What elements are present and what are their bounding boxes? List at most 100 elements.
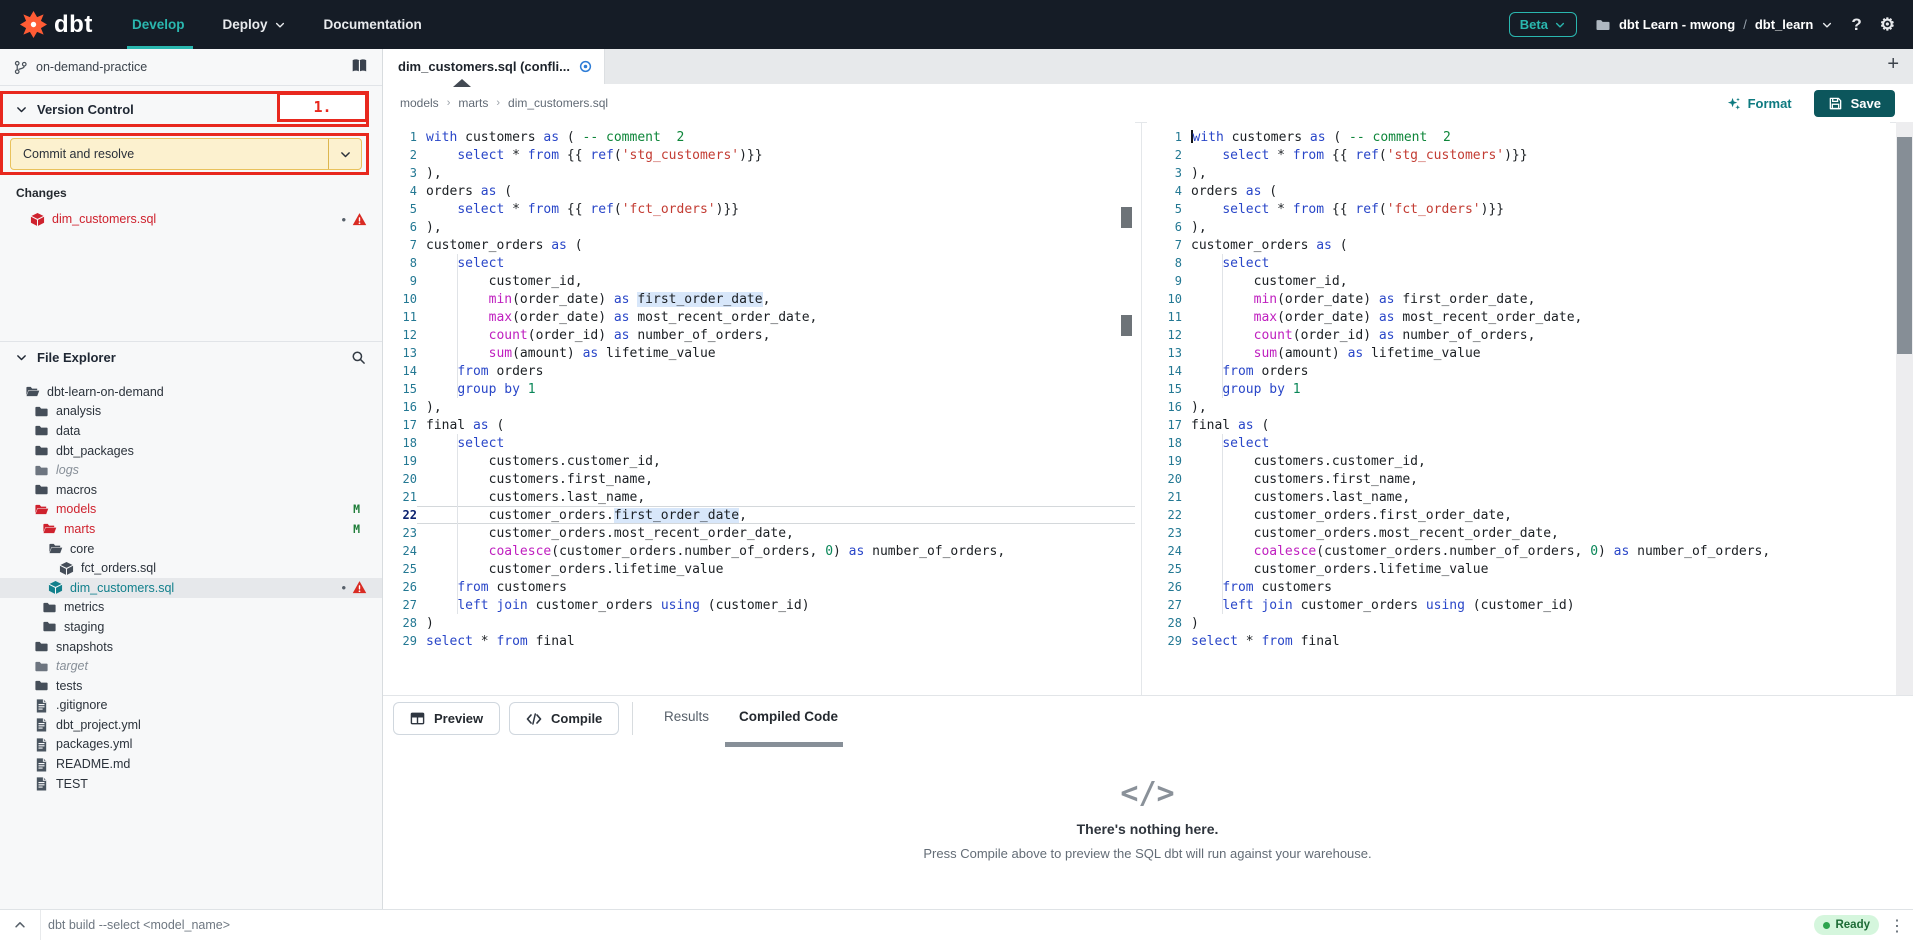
code-line[interactable]: 16), (1147, 398, 1890, 416)
right-scrollbar[interactable] (1896, 122, 1913, 695)
tree-item-target[interactable]: target (0, 656, 382, 676)
code-line[interactable]: 18 select (382, 434, 1135, 452)
beta-button[interactable]: Beta (1509, 12, 1577, 37)
code-line[interactable]: 8 select (1147, 254, 1890, 272)
conflict-warning-icon[interactable] (352, 580, 367, 595)
breadcrumb-item[interactable]: marts (458, 96, 488, 110)
file-explorer-header[interactable]: File Explorer (0, 345, 382, 370)
code-line[interactable]: 12 count(order_id) as number_of_orders, (1147, 326, 1890, 344)
code-line[interactable]: 24 coalesce(customer_orders.number_of_or… (1147, 542, 1890, 560)
code-line[interactable]: 15 group by 1 (1147, 380, 1890, 398)
tab-modified-icon[interactable] (578, 59, 593, 74)
tree-item-tests[interactable]: tests (0, 676, 382, 696)
code-line[interactable]: 3), (1147, 164, 1890, 182)
editor-tab-dim-customers[interactable]: dim_customers.sql (confli... (382, 49, 605, 84)
tree-item-dbt-project-yml[interactable]: dbt_project.yml (0, 715, 382, 735)
code-line[interactable]: 9 customer_id, (382, 272, 1135, 290)
code-line[interactable]: 25 customer_orders.lifetime_value (1147, 560, 1890, 578)
code-line[interactable]: 22 customer_orders.first_order_date, (382, 506, 1135, 524)
code-line[interactable]: 5 select * from {{ ref('fct_orders')}} (382, 200, 1135, 218)
code-line[interactable]: 2 select * from {{ ref('stg_customers')}… (382, 146, 1135, 164)
code-line[interactable]: 27 left join customer_orders using (cust… (1147, 596, 1890, 614)
code-line[interactable]: 1with customers as ( -- comment 2 (382, 128, 1135, 146)
code-pane-left[interactable]: 1with customers as ( -- comment 22 selec… (382, 122, 1135, 695)
help-icon[interactable]: ? (1851, 15, 1861, 35)
tree-item-readme-md[interactable]: README.md (0, 754, 382, 774)
project-name[interactable]: dbt_learn (1755, 17, 1814, 32)
code-line[interactable]: 19 customers.customer_id, (382, 452, 1135, 470)
code-line[interactable]: 4orders as ( (1147, 182, 1890, 200)
code-line[interactable]: 21 customers.last_name, (1147, 488, 1890, 506)
code-line[interactable]: 7customer_orders as ( (382, 236, 1135, 254)
code-line[interactable]: 17final as ( (1147, 416, 1890, 434)
code-line[interactable]: 6), (382, 218, 1135, 236)
format-button[interactable]: Format (1726, 96, 1792, 111)
code-line[interactable]: 6), (1147, 218, 1890, 236)
code-line[interactable]: 18 select (1147, 434, 1890, 452)
code-line[interactable]: 26 from customers (382, 578, 1135, 596)
breadcrumb-item[interactable]: dim_customers.sql (508, 96, 608, 110)
left-pane-scroll-marker[interactable] (1121, 315, 1132, 336)
collapse-chevron-up-icon[interactable] (0, 910, 41, 940)
tree-item-test[interactable]: TEST (0, 774, 382, 794)
code-line[interactable]: 26 from customers (1147, 578, 1890, 596)
code-line[interactable]: 15 group by 1 (382, 380, 1135, 398)
code-line[interactable]: 10 min(order_date) as first_order_date, (1147, 290, 1890, 308)
code-line[interactable]: 22 customer_orders.first_order_date, (1147, 506, 1890, 524)
tree-item-dbt-packages[interactable]: dbt_packages (0, 441, 382, 461)
tree-item-macros[interactable]: macros (0, 480, 382, 500)
code-line[interactable]: 3), (382, 164, 1135, 182)
commit-dropdown-chevron[interactable] (328, 139, 361, 169)
code-line[interactable]: 23 customer_orders.most_recent_order_dat… (382, 524, 1135, 542)
breadcrumb-item[interactable]: models (400, 96, 439, 110)
code-line[interactable]: 4orders as ( (382, 182, 1135, 200)
dbt-logo[interactable]: dbt (20, 11, 132, 39)
code-line[interactable]: 21 customers.last_name, (382, 488, 1135, 506)
tree-item--gitignore[interactable]: .gitignore (0, 696, 382, 716)
code-line[interactable]: 28) (1147, 614, 1890, 632)
code-line[interactable]: 9 customer_id, (1147, 272, 1890, 290)
tree-item-data[interactable]: data (0, 421, 382, 441)
code-line[interactable]: 29select * from final (1147, 632, 1890, 650)
command-input[interactable]: dbt build --select <model_name> (48, 918, 230, 932)
tree-item-analysis[interactable]: analysis (0, 402, 382, 422)
tab-compiled-code[interactable]: Compiled Code (739, 709, 838, 724)
code-line[interactable]: 28) (382, 614, 1135, 632)
code-line[interactable]: 17final as ( (382, 416, 1135, 434)
code-line[interactable]: 23 customer_orders.most_recent_order_dat… (1147, 524, 1890, 542)
file-search-icon[interactable] (351, 349, 366, 367)
code-line[interactable]: 16), (382, 398, 1135, 416)
compile-button[interactable]: Compile (509, 702, 619, 735)
code-line[interactable]: 20 customers.first_name, (382, 470, 1135, 488)
code-line[interactable]: 1with customers as ( -- comment 2 (1147, 128, 1890, 146)
code-line[interactable]: 7customer_orders as ( (1147, 236, 1890, 254)
code-line[interactable]: 14 from orders (382, 362, 1135, 380)
right-scrollbar-thumb[interactable] (1897, 137, 1912, 354)
code-line[interactable]: 24 coalesce(customer_orders.number_of_or… (382, 542, 1135, 560)
code-line[interactable]: 12 count(order_id) as number_of_orders, (382, 326, 1135, 344)
code-line[interactable]: 29select * from final (382, 632, 1135, 650)
nav-item-develop[interactable]: Develop (132, 17, 185, 32)
chevron-down-icon[interactable] (1821, 19, 1833, 31)
code-line[interactable]: 5 select * from {{ ref('fct_orders')}} (1147, 200, 1890, 218)
overflow-menu-icon[interactable]: ⋮ (1889, 916, 1905, 936)
tree-item-staging[interactable]: staging (0, 617, 382, 637)
save-button[interactable]: Save (1814, 90, 1895, 117)
code-line[interactable]: 25 customer_orders.lifetime_value (382, 560, 1135, 578)
code-line[interactable]: 19 customers.customer_id, (1147, 452, 1890, 470)
conflict-warning-icon[interactable] (352, 211, 367, 229)
settings-gear-icon[interactable]: ⚙ (1880, 15, 1895, 35)
tab-results[interactable]: Results (664, 709, 709, 724)
code-line[interactable]: 11 max(order_date) as most_recent_order_… (1147, 308, 1890, 326)
tree-item-marts[interactable]: martsM (0, 519, 382, 539)
nav-item-deploy[interactable]: Deploy (223, 17, 286, 32)
new-tab-button[interactable]: + (1887, 53, 1899, 76)
tree-item-fct-orders-sql[interactable]: fct_orders.sql (0, 558, 382, 578)
code-line[interactable]: 27 left join customer_orders using (cust… (382, 596, 1135, 614)
code-line[interactable]: 13 sum(amount) as lifetime_value (1147, 344, 1890, 362)
tree-item-snapshots[interactable]: snapshots (0, 637, 382, 657)
version-control-header[interactable]: Version Control (0, 92, 382, 127)
tree-item-dim-customers-sql[interactable]: dim_customers.sql• (0, 578, 382, 598)
code-pane-right[interactable]: 1with customers as ( -- comment 22 selec… (1147, 122, 1890, 695)
tree-item-models[interactable]: modelsM (0, 500, 382, 520)
